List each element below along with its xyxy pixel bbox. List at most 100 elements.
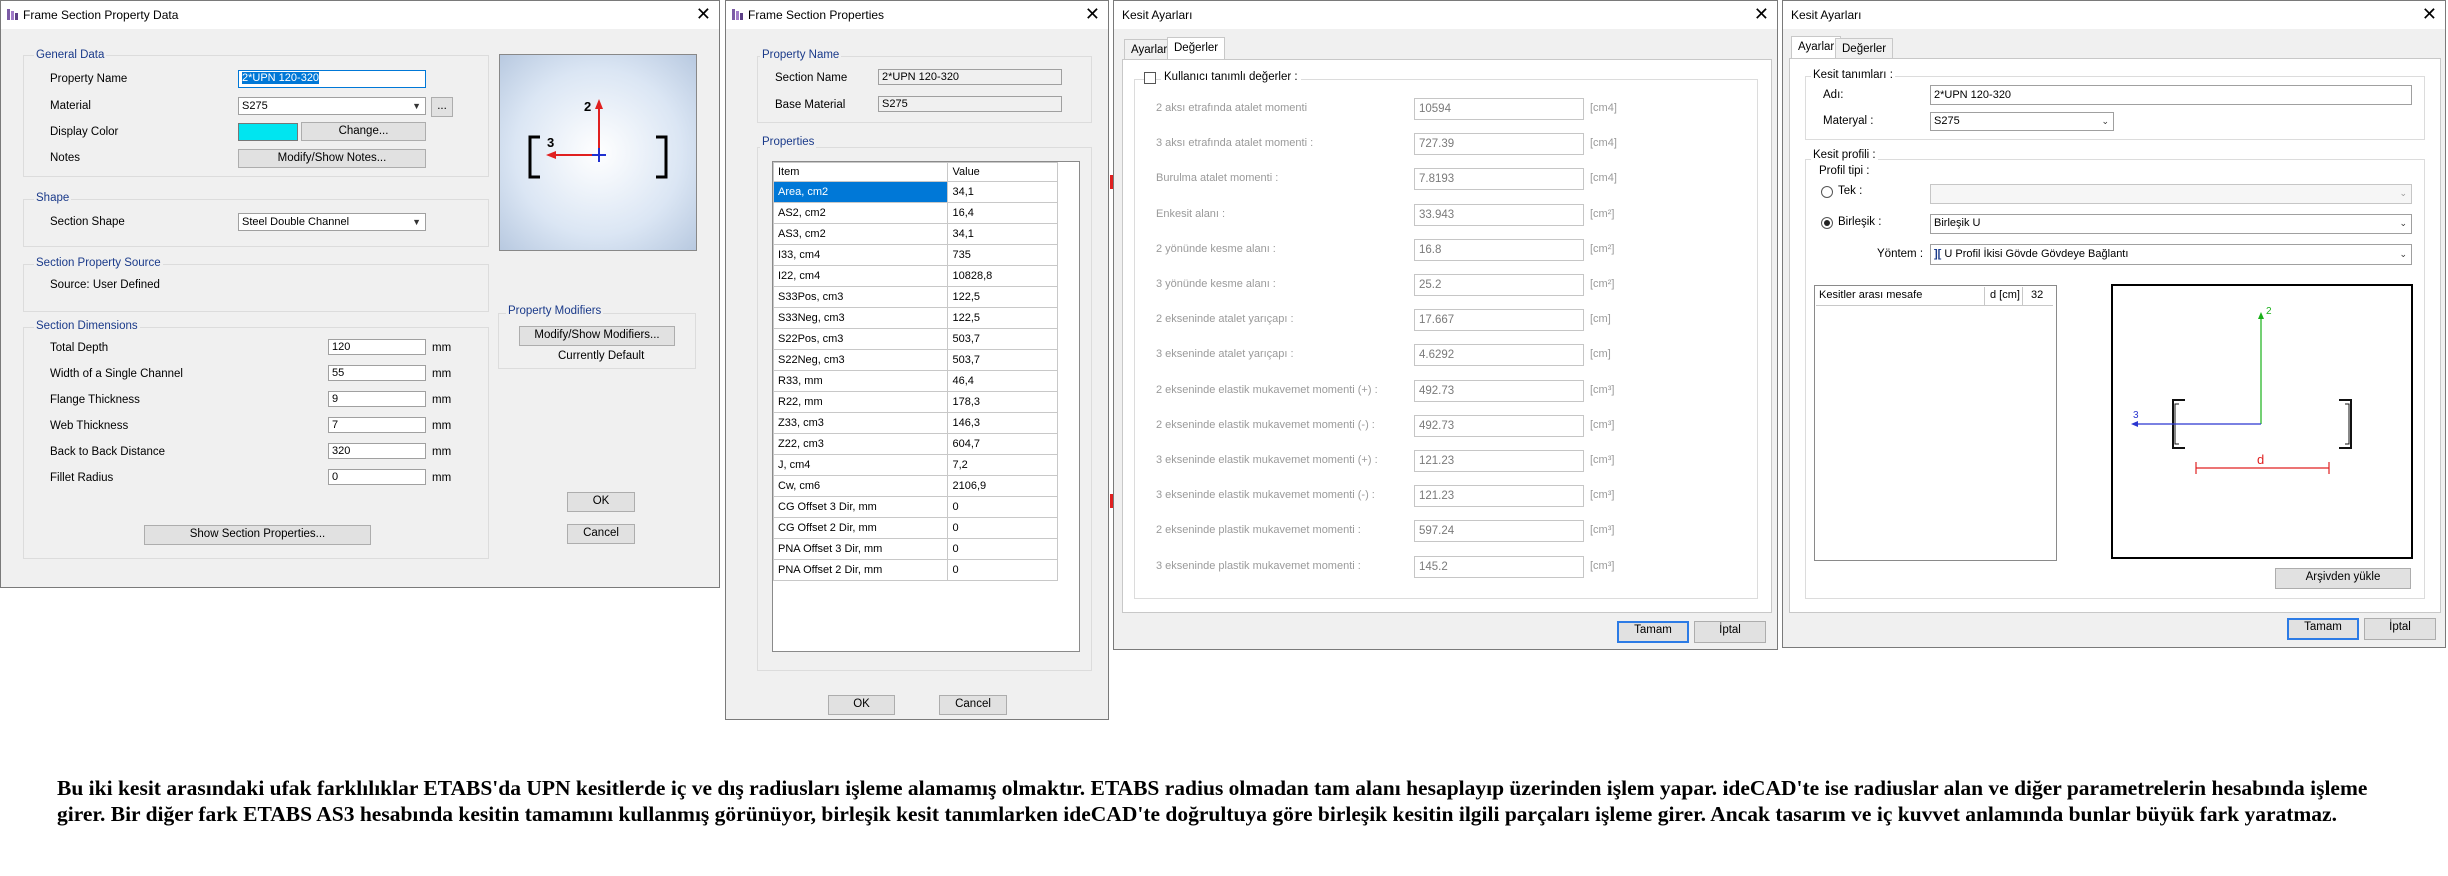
value-field: 33.943 xyxy=(1414,203,1584,226)
chevron-down-icon: ⌄ xyxy=(2101,116,2109,126)
table-row[interactable]: PNA Offset 3 Dir, mm 0 xyxy=(772,538,1058,560)
distance-d-label: d xyxy=(2257,452,2265,467)
row-item: CG Offset 2 Dir, mm xyxy=(772,517,949,539)
modify-show-modifiers-button[interactable]: Modify/Show Modifiers... xyxy=(519,326,675,346)
value-unit: [cm³] xyxy=(1590,383,1615,396)
yontem-select[interactable]: ][ U Profil İkisi Gövde Gövdeye Bağlantı… xyxy=(1930,244,2412,265)
property-modifiers-label: Property Modifiers xyxy=(506,305,604,317)
yontem-label: Yöntem : xyxy=(1877,248,1924,260)
table-row[interactable]: J, cm4 7,2 xyxy=(772,454,1058,476)
kesit-ayarlari-ayarlar-window: Kesit Ayarları ✕ Ayarlar Değerler Kesit … xyxy=(1782,0,2446,648)
value-unit: [cm4] xyxy=(1590,102,1617,114)
section-name-field: 2*UPN 120-320 xyxy=(878,69,1062,85)
table-row[interactable]: CG Offset 2 Dir, mm 0 xyxy=(772,517,1058,539)
value-field: 145.2 xyxy=(1414,555,1584,578)
table-row[interactable]: AS3, cm2 34,1 xyxy=(772,223,1058,245)
app-icon xyxy=(732,9,743,20)
materyal-select[interactable]: S275 ⌄ xyxy=(1930,112,2114,131)
properties-table: Item Value Area, cm2 34,1 AS2, cm2 16,4 AS3, c… xyxy=(772,162,1058,581)
table-row[interactable]: Area, cm2 34,1 xyxy=(772,181,1058,203)
table-row[interactable]: AS2, cm2 16,4 xyxy=(772,202,1058,224)
ok-button[interactable]: OK xyxy=(567,492,635,512)
arsivden-yukle-button[interactable]: Arşivden yükle xyxy=(2275,568,2411,589)
table-row[interactable]: I22, cm4 10828,8 xyxy=(772,265,1058,287)
table-row[interactable]: Cw, cm6 2106,9 xyxy=(772,475,1058,497)
grid-value-d[interactable]: 32 xyxy=(2031,289,2043,301)
section-shape-select[interactable]: Steel Double Channel ▼ xyxy=(238,213,426,231)
window-title: Kesit Ayarları xyxy=(1122,8,1193,22)
table-row[interactable]: S22Pos, cm3 503,7 xyxy=(772,328,1058,350)
value-label: 2 ekseninde atalet yarıçapı : xyxy=(1156,313,1294,326)
row-item: AS3, cm2 xyxy=(772,223,949,245)
material-select[interactable]: S275 ▼ xyxy=(238,97,426,115)
tek-select[interactable]: ⌄ xyxy=(1930,184,2412,204)
close-icon[interactable]: ✕ xyxy=(696,4,711,24)
tamam-button[interactable]: Tamam xyxy=(1617,621,1689,643)
source-text: Source: User Defined xyxy=(50,279,160,291)
dimension-input[interactable]: 9 xyxy=(328,391,426,407)
modify-show-notes-button[interactable]: Modify/Show Notes... xyxy=(238,149,426,168)
value-field: 4.6292 xyxy=(1414,344,1584,367)
tab-degerler[interactable]: Değerler xyxy=(1167,37,1226,60)
dimension-unit: mm xyxy=(432,394,452,406)
row-item: S33Neg, cm3 xyxy=(772,307,949,329)
row-item: S33Pos, cm3 xyxy=(772,286,949,308)
cancel-button[interactable]: Cancel xyxy=(939,695,1007,715)
dimension-label: Web Thickness xyxy=(50,420,129,432)
close-icon[interactable]: ✕ xyxy=(1754,4,1769,24)
dimension-unit: mm xyxy=(432,446,452,458)
adi-input[interactable]: 2*UPN 120-320 xyxy=(1930,85,2412,105)
dimension-input[interactable]: 7 xyxy=(328,417,426,433)
tab-ayarlar[interactable]: Ayarlar xyxy=(1791,36,1842,59)
table-row[interactable]: CG Offset 3 Dir, mm 0 xyxy=(772,496,1058,518)
dimension-input[interactable]: 120 xyxy=(328,339,426,355)
title-bar: Frame Section Property Data ✕ xyxy=(1,1,719,29)
close-icon[interactable]: ✕ xyxy=(2422,4,2437,24)
grid-divider xyxy=(2022,287,2023,305)
dimension-input[interactable]: 0 xyxy=(328,469,426,485)
table-row[interactable]: Z22, cm3 604,7 xyxy=(772,433,1058,455)
iptal-button[interactable]: İptal xyxy=(1694,621,1766,643)
kesit-ayarlari-degerler-window: Kesit Ayarları ✕ Ayarlar Değerler Kullan… xyxy=(1113,0,1778,650)
table-row[interactable]: R33, mm 46,4 xyxy=(772,370,1058,392)
close-icon[interactable]: ✕ xyxy=(1085,4,1100,24)
dimension-unit: mm xyxy=(432,368,452,380)
table-row[interactable]: Z33, cm3 146,3 xyxy=(772,412,1058,434)
value-unit: [cm³] xyxy=(1590,454,1615,466)
table-row[interactable]: R22, mm 178,3 xyxy=(772,391,1058,413)
tamam-button[interactable]: Tamam xyxy=(2287,618,2359,640)
birlesik-select[interactable]: Birleşik U ⌄ xyxy=(1930,214,2412,234)
frame-section-property-data-window: Frame Section Property Data ✕ General Da… xyxy=(0,0,720,588)
property-name-input[interactable]: 2*UPN 120-320 xyxy=(238,70,426,88)
table-row[interactable]: PNA Offset 2 Dir, mm 0 xyxy=(772,559,1058,581)
section-diagram-drawing xyxy=(2131,312,2352,474)
value-unit: [cm4] xyxy=(1590,172,1617,185)
ok-button[interactable]: OK xyxy=(828,695,895,715)
kesit-profili-label: Kesit profili : xyxy=(1811,149,1878,161)
material-more-button[interactable]: ... xyxy=(431,97,453,117)
tab-degerler[interactable]: Değerler xyxy=(1835,38,1894,59)
value-field: 492.73 xyxy=(1414,414,1584,437)
table-row[interactable]: S33Neg, cm3 122,5 xyxy=(772,307,1058,329)
birlesik-radio[interactable] xyxy=(1821,217,1833,229)
row-value: 178,3 xyxy=(947,391,1058,413)
table-row[interactable]: I33, cm4 735 xyxy=(772,244,1058,266)
value-field: 121.23 xyxy=(1414,485,1584,508)
row-item: R22, mm xyxy=(772,391,949,413)
value-label: 2 ekseninde plastik mukavemet momenti : xyxy=(1156,524,1361,537)
change-color-button[interactable]: Change... xyxy=(301,122,426,141)
dimension-input[interactable]: 55 xyxy=(328,365,426,381)
cancel-button[interactable]: Cancel xyxy=(567,524,635,544)
value-unit: [cm²] xyxy=(1590,278,1615,290)
app-icon xyxy=(7,9,18,20)
section-property-source-label: Section Property Source xyxy=(34,257,163,269)
user-defined-checkbox[interactable] xyxy=(1144,72,1156,84)
table-row[interactable]: S22Neg, cm3 503,7 xyxy=(772,349,1058,371)
iptal-button[interactable]: İptal xyxy=(2364,618,2436,640)
show-section-properties-button[interactable]: Show Section Properties... xyxy=(144,525,371,545)
table-row[interactable]: S33Pos, cm3 122,5 xyxy=(772,286,1058,308)
grid-col-distance: Kesitler arası mesafe xyxy=(1819,289,1923,301)
tek-radio[interactable] xyxy=(1821,186,1833,198)
general-data-label: General Data xyxy=(34,49,107,61)
dimension-input[interactable]: 320 xyxy=(328,443,426,459)
